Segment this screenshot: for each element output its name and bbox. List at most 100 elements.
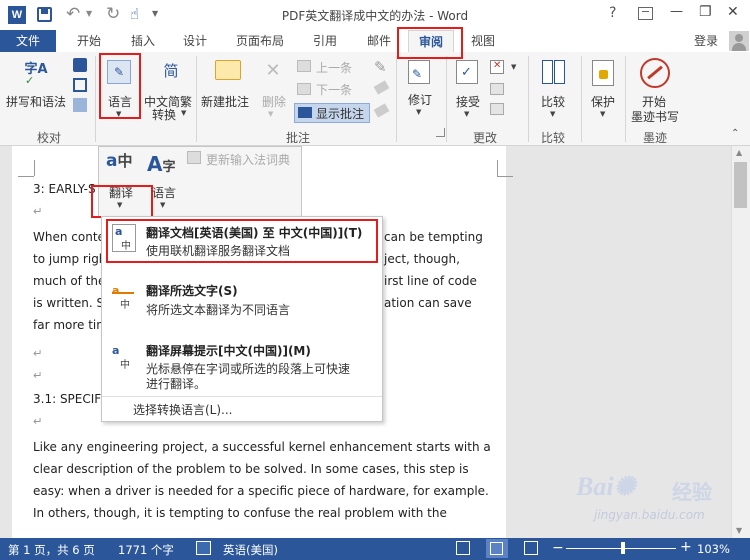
accept-dropdown-icon[interactable]: ▼ [464,110,469,118]
scroll-thumb[interactable] [734,162,747,208]
track-changes-button[interactable]: 修订 [408,91,432,108]
baidu-brand-jingyan: 经验 [672,480,712,504]
collapse-ribbon-icon[interactable]: ⌃ [731,128,739,139]
group-label-ink: 墨迹 [643,131,668,145]
separator [581,56,582,142]
paragraph-mark: ↵ [33,368,43,382]
margin-corner-top-left [34,160,35,176]
show-comments-label: 显示批注 [316,107,365,121]
chinese-convert-label2: 转换 [152,108,177,122]
reject-dropdown-icon[interactable]: ▼ [511,63,516,71]
doc-heading-2: 3.1: SPECIFY [33,392,109,406]
print-layout-icon[interactable] [486,539,508,558]
tab-file[interactable]: 文件 [0,30,56,52]
scroll-up-icon[interactable]: ▲ [736,148,742,157]
spelling-icon[interactable]: 字A ✓ [23,58,49,87]
update-ime-button[interactable]: 更新输入法词典 [206,151,290,168]
language-globe-icon[interactable]: A字 [147,152,181,182]
thesaurus-icon[interactable] [73,78,87,92]
compare-icon[interactable] [542,60,566,86]
language-sub-dropdown-icon[interactable]: ▼ [160,201,165,209]
group-label-comments: 批注 [286,131,311,145]
translate-icon[interactable]: a中 [106,150,140,182]
spelling-button[interactable]: 拼写和语法 [6,93,66,110]
read-mode-icon[interactable] [456,541,470,555]
track-changes-icon[interactable]: ✎ [408,60,430,84]
reject-icon[interactable]: ✕ [490,60,504,74]
tab-layout[interactable]: 页面布局 [226,30,294,52]
tab-design[interactable]: 设计 [170,30,220,52]
doc-line: irst line of code [384,274,477,288]
mini-translator-item[interactable]: 翻译屏幕提示[中文(中国)](M) [146,342,311,359]
separator [446,56,447,142]
word-count-icon[interactable] [73,98,87,112]
undo-icon[interactable]: ↶ [66,4,80,24]
page-count[interactable]: 第 1 页，共 6 页 [8,542,95,558]
tracking-expand-icon[interactable] [436,128,445,137]
zoom-in-button[interactable]: + [680,539,692,555]
undo-dropdown-icon[interactable]: ▼ [86,9,92,18]
margin-corner-top-right-h [497,176,513,177]
word-app-icon[interactable]: W [8,6,26,24]
next-change-icon[interactable] [490,103,504,115]
protect-dropdown-icon[interactable]: ▼ [600,110,605,118]
zoom-slider-thumb[interactable] [621,542,625,554]
chinese-convert-icon[interactable]: 简 [160,60,182,82]
ink-icon[interactable] [640,58,670,88]
save-icon[interactable] [37,7,52,22]
minimize-button[interactable]: — [670,4,683,19]
doc-line: ation can save [384,296,472,310]
tab-insert[interactable]: 插入 [118,30,168,52]
restore-button[interactable]: ❐ [699,4,712,20]
convert-dropdown-icon[interactable]: ▼ [181,109,186,117]
new-comment-button[interactable]: 新建批注 [201,93,249,110]
accept-button[interactable]: 接受 [456,93,480,110]
doc-line: In others, though, it is tempting to con… [33,506,447,520]
compare-button[interactable]: 比较 [541,93,565,110]
tab-view[interactable]: 视图 [460,30,506,52]
group-label-changes: 更改 [473,131,498,145]
new-comment-icon[interactable] [215,60,241,80]
help-button[interactable]: ? [609,5,616,21]
compare-dropdown-icon[interactable]: ▼ [550,110,555,118]
proofing-status-icon[interactable] [196,541,211,555]
zoom-level[interactable]: 103% [697,542,730,556]
baidu-brand: Bai✺ [576,472,635,502]
ribbon-display-options-icon[interactable] [638,7,653,20]
research-icon[interactable] [73,58,87,72]
tab-references[interactable]: 引用 [300,30,350,52]
previous-change-icon[interactable] [490,83,504,95]
user-icon[interactable] [729,31,749,51]
doc-line: ject, though, [384,252,460,266]
delete-comment-button[interactable]: 删除 [262,93,286,110]
web-layout-icon[interactable] [524,541,538,555]
delete-dropdown-icon[interactable]: ▼ [268,110,273,118]
doc-line: Like any engineering project, a successf… [33,440,491,454]
next-comment-icon [297,83,311,95]
qat-customize-icon[interactable]: ▼ [152,9,158,18]
zoom-out-button[interactable]: − [552,540,564,556]
highlight-language [99,53,141,119]
accept-icon[interactable]: ✓ [456,60,478,84]
redo-icon[interactable]: ↻ [106,4,120,24]
track-dropdown-icon[interactable]: ▼ [416,108,421,116]
previous-comment-button[interactable]: 上一条 [316,59,352,76]
markup-pen-icon[interactable]: ✎ [374,58,387,76]
language-status[interactable]: 英语(美国) [223,542,278,558]
translate-selection-item[interactable]: 翻译所选文字(S) [146,282,238,299]
show-comments-icon [298,107,312,118]
word-count[interactable]: 1771 个字 [118,542,174,558]
baidu-url: jingyan.baidu.com [594,508,705,522]
next-comment-button[interactable]: 下一条 [316,81,352,98]
tab-home[interactable]: 开始 [64,30,114,52]
login-link[interactable]: 登录 [686,30,726,52]
doc-line: to jump righ [33,252,107,266]
doc-line: clear description of the problem to be s… [33,462,469,476]
close-button[interactable]: ✕ [727,4,739,20]
protect-button[interactable]: 保护 [591,93,615,110]
protect-icon[interactable] [592,60,614,86]
language-sub-button[interactable]: 语言 [152,184,176,201]
touch-mode-icon[interactable]: ☝ [130,5,139,23]
paragraph-mark: ↵ [33,414,43,428]
choose-language-item[interactable]: 选择转换语言(L)... [133,401,233,418]
